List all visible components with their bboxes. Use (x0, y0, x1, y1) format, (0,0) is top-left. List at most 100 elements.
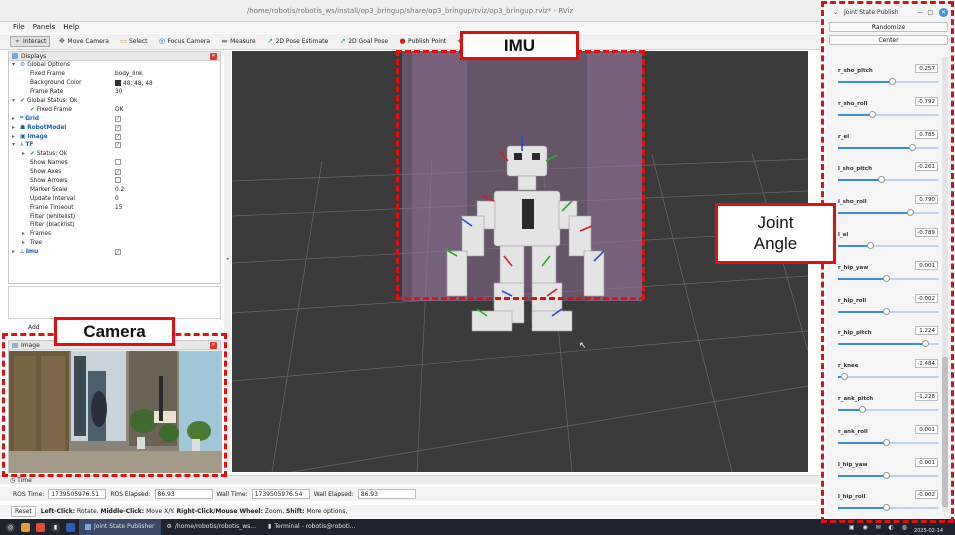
terminal-icon[interactable]: ▮ (51, 522, 60, 532)
display-row[interactable]: ▸ ✔ Status: Ok (9, 150, 220, 159)
display-row[interactable]: ▸ ⌗ Grid ✓ (9, 114, 220, 123)
start-menu-icon[interactable]: ◎ (6, 522, 15, 532)
joint-slider-handle[interactable] (858, 406, 866, 413)
display-checkbox[interactable]: ✓ (115, 142, 121, 149)
display-row[interactable]: ▾ ✔ Global Status: Ok (9, 97, 220, 106)
joint-slider-track[interactable] (838, 113, 939, 116)
tool-2d-pose-estimate[interactable]: ↗ 2D Pose Estimate (264, 37, 332, 46)
joint-slider-handle[interactable] (882, 274, 890, 282)
joint-slider-handle[interactable] (907, 209, 915, 217)
joint-slider-handle[interactable] (869, 110, 877, 118)
tool-measure[interactable]: ▬ Measure (218, 37, 259, 46)
display-row-value[interactable]: ✓ (115, 133, 121, 140)
joint-value-field[interactable]: 0.785 (915, 129, 938, 139)
display-row[interactable]: Show Axes ✓ (9, 168, 220, 177)
joint-value-field[interactable]: 1.224 (915, 326, 938, 336)
display-checkbox[interactable]: ✓ (115, 115, 121, 122)
expander-icon[interactable]: ▾ (12, 142, 18, 148)
display-row[interactable]: Show Arrows (9, 177, 220, 186)
center-button[interactable]: Center (829, 35, 948, 45)
display-row[interactable]: Update Interval 0 (9, 194, 220, 203)
ros-time-field[interactable]: 1739505976.51 (48, 489, 107, 499)
close-icon[interactable]: ✕ (210, 53, 217, 60)
joint-slider-handle[interactable] (889, 78, 897, 85)
display-checkbox[interactable]: ✓ (115, 249, 121, 256)
expander-icon[interactable]: ▸ (22, 151, 28, 157)
joint-value-field[interactable]: -0.261 (915, 162, 938, 172)
joint-value-field[interactable]: 0.001 (915, 457, 938, 467)
joint-slider-handle[interactable] (882, 504, 890, 512)
folder-icon[interactable] (21, 522, 30, 532)
display-row-value[interactable]: 48; 48; 48 (115, 79, 153, 87)
display-checkbox[interactable]: ✓ (115, 169, 121, 176)
tray-icons[interactable]: ▣ ◉ ✉ ◐ ◍ (849, 524, 910, 531)
tool-move-camera[interactable]: ✥ Move Camera (55, 37, 112, 46)
joint-value-field[interactable]: -0.002 (915, 293, 938, 303)
display-row-value[interactable]: ✓ (115, 142, 121, 149)
display-row-value[interactable]: 15 (115, 205, 122, 211)
joint-value-field[interactable]: 0.790 (915, 195, 938, 205)
display-row[interactable]: ▸ Tree (9, 239, 220, 248)
close-icon[interactable]: ✕ (939, 8, 948, 17)
task-joint-state-publisher[interactable]: Joint State Publisher (79, 519, 161, 535)
joint-value-field[interactable]: -2.484 (915, 359, 938, 369)
wall-time-field[interactable]: 1739505976.54 (251, 489, 310, 499)
display-row-value[interactable]: ✓ (115, 115, 121, 122)
joint-slider-handle[interactable] (840, 373, 848, 381)
joint-slider-track[interactable] (838, 376, 939, 379)
joint-slider-handle[interactable] (909, 143, 917, 151)
joint-value-field[interactable]: -0.792 (915, 96, 938, 106)
tool-publish-point[interactable]: ● Publish Point (396, 37, 449, 46)
display-row[interactable]: Show Names (9, 159, 220, 168)
task-rviz[interactable]: ⚙/home/robotis/robotis_ws... (161, 519, 262, 535)
close-icon[interactable]: ✕ (210, 342, 217, 349)
display-row-value[interactable]: OK (115, 107, 123, 113)
expander-icon[interactable]: ▾ (12, 98, 18, 104)
joint-value-field[interactable]: 0.001 (915, 260, 938, 270)
display-row[interactable]: Fixed Frame body_link (9, 70, 220, 79)
joint-slider-handle[interactable] (877, 176, 885, 184)
minimize-icon[interactable]: — (917, 9, 923, 16)
joint-value-field[interactable]: -0.789 (915, 228, 938, 237)
display-row[interactable]: Filter (blacklist) (9, 221, 220, 230)
wall-elapsed-field[interactable]: 86.93 (357, 489, 416, 499)
display-row-value[interactable] (115, 177, 121, 185)
display-row[interactable]: ▸ ⟂ Imu ✓ (9, 248, 220, 257)
display-row[interactable]: Frame Rate 30 (9, 88, 220, 97)
add-display-button[interactable]: Add (28, 324, 40, 331)
expander-icon[interactable]: ▸ (12, 249, 18, 255)
randomize-button[interactable]: Randomize (829, 22, 948, 32)
joint-slider-track[interactable] (838, 146, 939, 149)
display-checkbox[interactable]: ✓ (115, 124, 121, 131)
maximize-icon[interactable]: □ (927, 9, 933, 16)
display-row-value[interactable]: body_link (115, 71, 143, 77)
expander-icon[interactable]: ▾ (12, 62, 18, 68)
expander-icon[interactable]: ▸ (12, 116, 18, 122)
display-row-value[interactable]: 0.2 (115, 187, 124, 193)
joint-slider-track[interactable] (838, 409, 939, 411)
browser-icon[interactable] (36, 522, 45, 532)
display-row[interactable]: ▸ ▣ Image ✓ (9, 132, 220, 141)
joint-value-field[interactable]: -1.228 (915, 392, 938, 401)
reset-button[interactable]: Reset (11, 506, 36, 517)
joint-slider-track[interactable] (838, 179, 939, 182)
expander-icon[interactable]: ▸ (12, 125, 18, 131)
joint-slider-handle[interactable] (921, 340, 929, 348)
joint-slider-handle[interactable] (882, 307, 890, 315)
chevron-down-icon[interactable]: ⌄ (833, 9, 838, 16)
menu-help[interactable]: Help (63, 22, 79, 33)
menu-file[interactable]: File (13, 22, 25, 33)
display-row-value[interactable]: ✓ (115, 124, 121, 131)
panel-splitter[interactable]: ◂ (224, 51, 231, 472)
display-row-value[interactable]: 30 (115, 89, 122, 95)
ros-elapsed-field[interactable]: 86.93 (154, 489, 213, 499)
display-checkbox[interactable]: ✓ (115, 133, 121, 140)
code-editor-icon[interactable] (66, 522, 75, 532)
display-row-value[interactable]: 0 (115, 196, 119, 202)
display-row[interactable]: ✔ Fixed Frame OK (9, 105, 220, 114)
display-row-value[interactable]: ✓ (115, 249, 121, 256)
jsp-scrollbar[interactable] (942, 57, 948, 512)
display-row[interactable]: ▸ ☗ RobotModel ✓ (9, 123, 220, 132)
display-row[interactable]: Filter (whitelist) (9, 212, 220, 221)
display-row[interactable]: Marker Scale 0.2 (9, 185, 220, 194)
